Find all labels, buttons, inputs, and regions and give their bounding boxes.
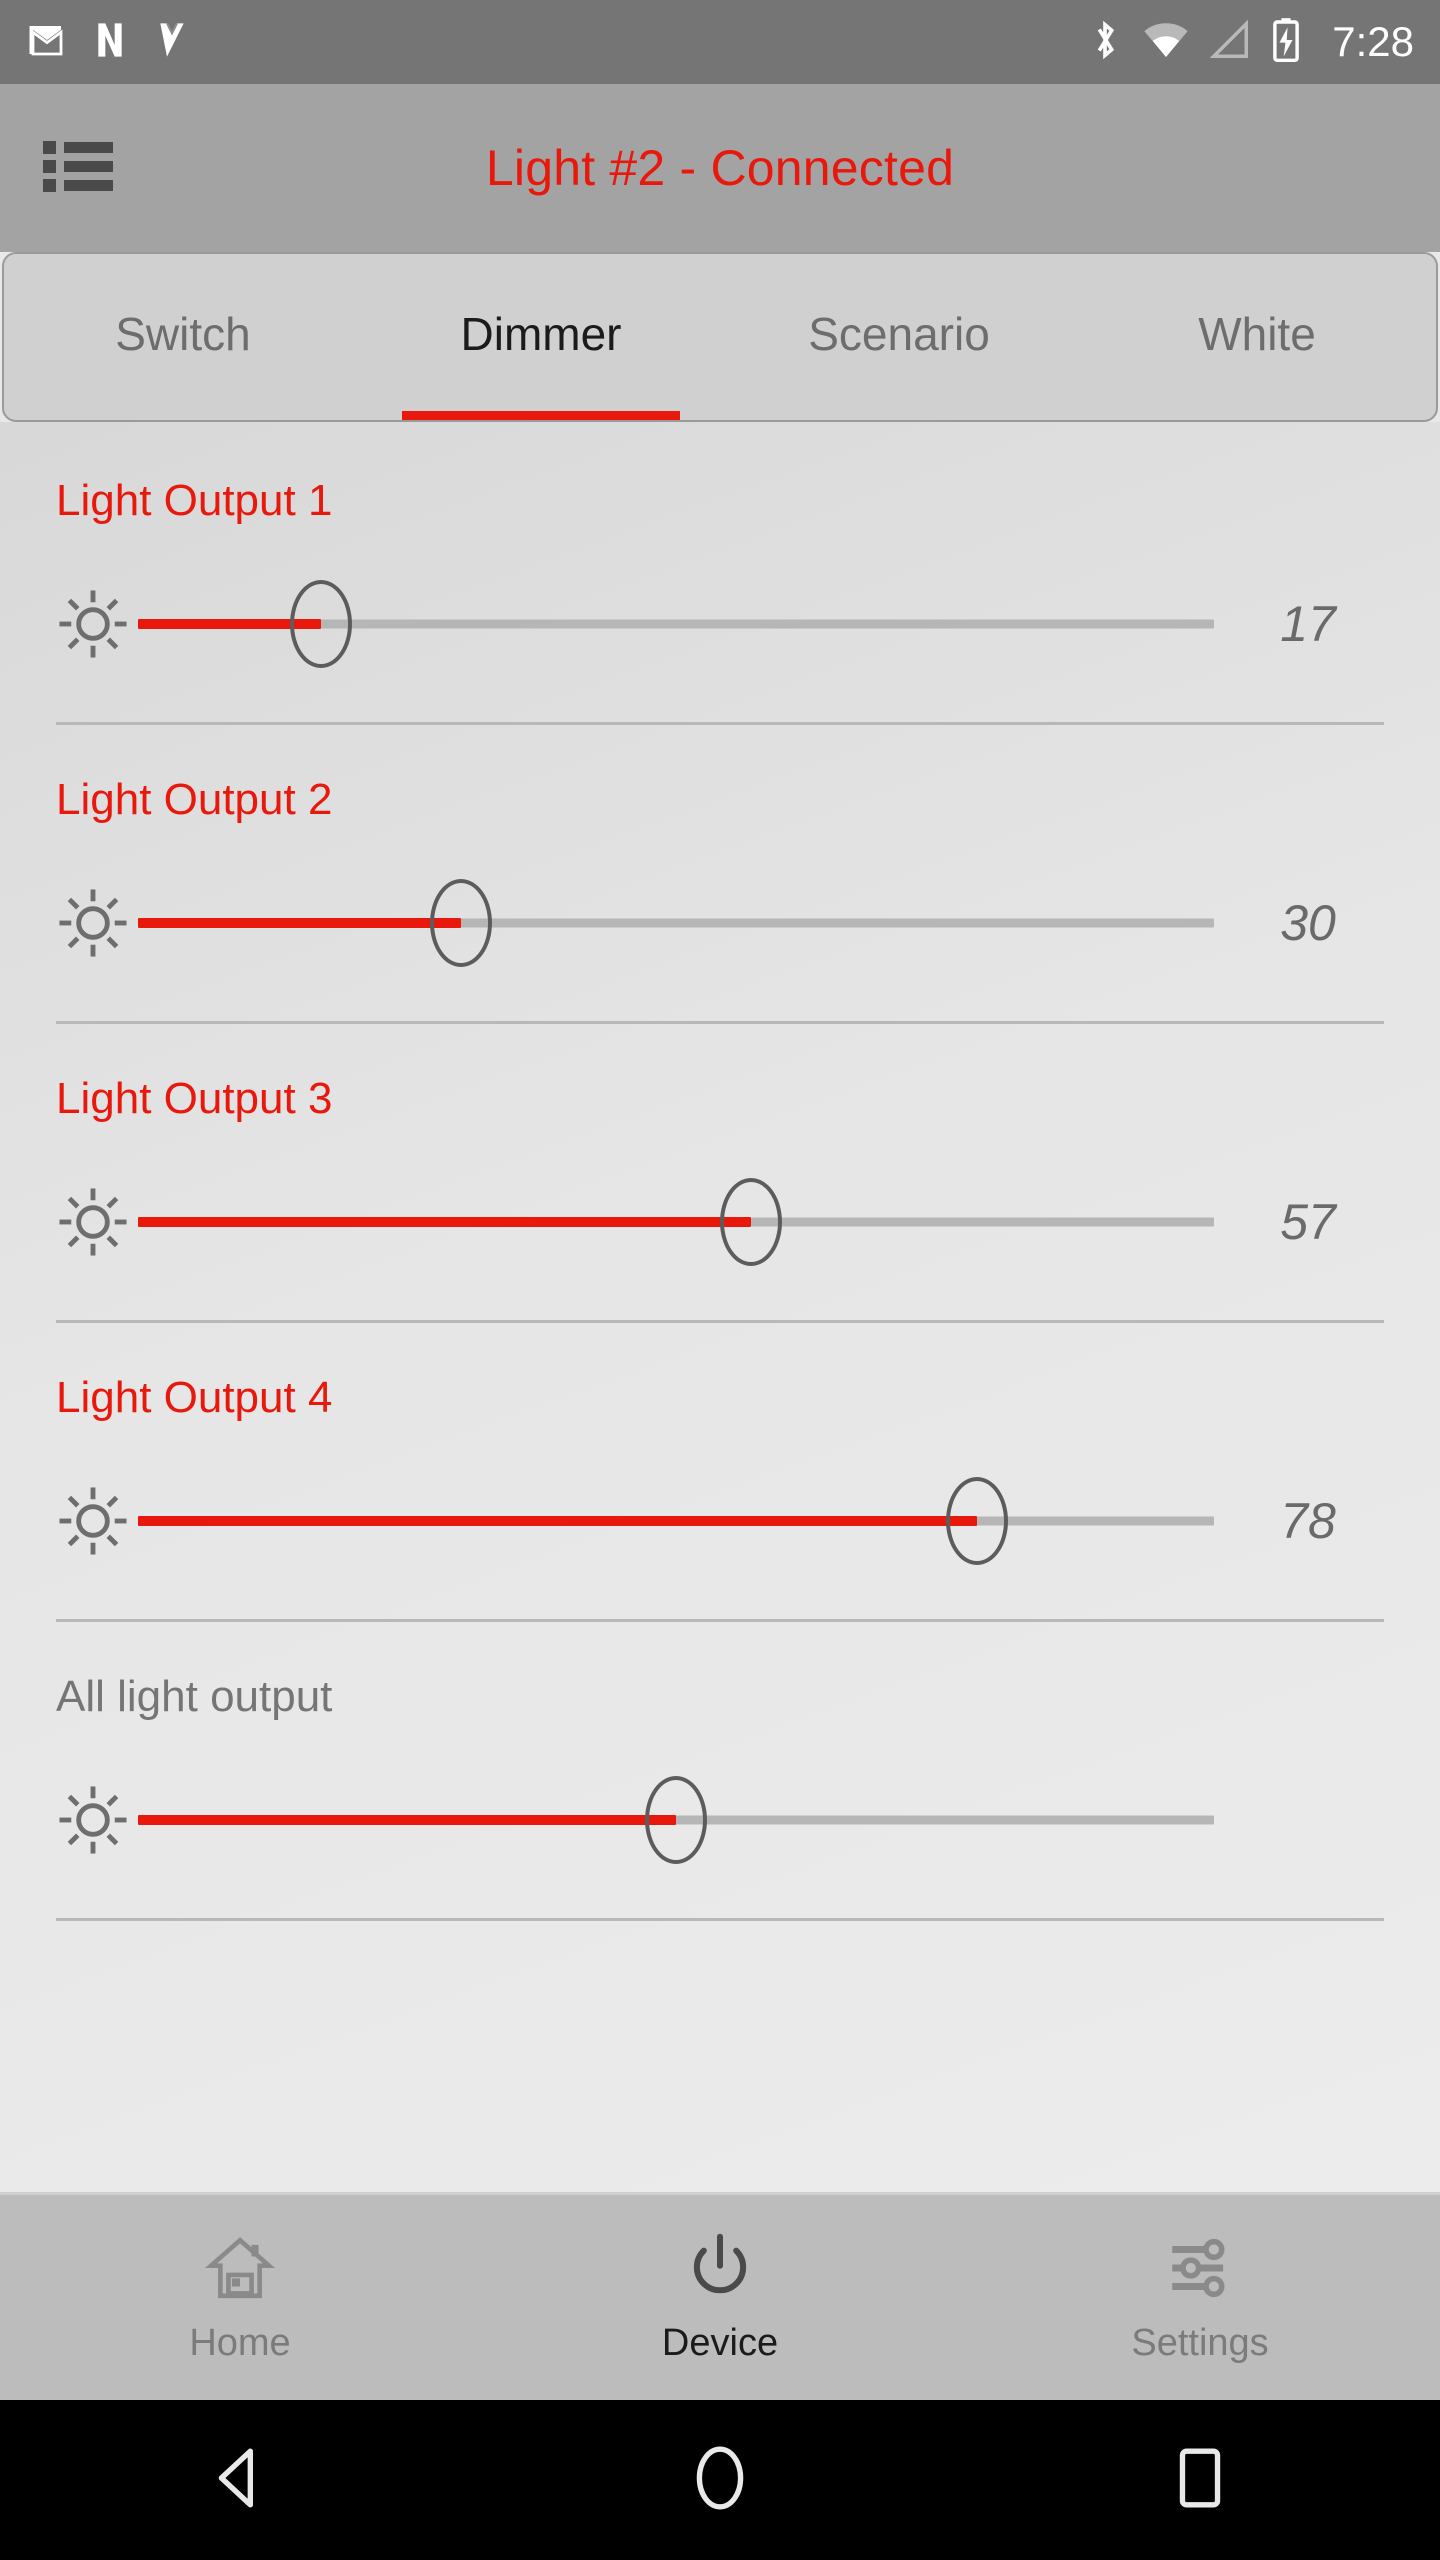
page-title: Light #2 - Connected <box>485 140 955 196</box>
bluetooth-icon <box>1088 17 1122 68</box>
dimmer-row-label: Light Output 4 <box>56 1373 333 1422</box>
dimmer-slider-area: 57 <box>0 1146 1440 1298</box>
dimmer-slider[interactable] <box>138 1174 1214 1270</box>
brightness-sun-icon <box>56 1484 130 1558</box>
dimmer-row-label: All light output <box>56 1672 333 1721</box>
slider-thumb[interactable] <box>720 1178 783 1266</box>
slider-track-fill <box>138 1217 752 1227</box>
dimmer-row-label: Light Output 3 <box>56 1074 333 1123</box>
dimmer-row-label: Light Output 2 <box>56 775 333 824</box>
android-home-button[interactable] <box>480 2443 960 2518</box>
row-divider <box>56 1918 1384 1921</box>
cell-signal-icon <box>1209 19 1252 65</box>
dimmer-row-label: Light Output 1 <box>56 476 333 525</box>
nav-item-device-label: Device <box>661 2321 779 2364</box>
slider-track-fill <box>138 1516 978 1526</box>
dimmer-row: All light output <box>0 1622 1440 1921</box>
back-triangle-icon <box>209 2445 271 2516</box>
app-bar: Light #2 - Connected <box>0 84 1440 252</box>
brightness-sun-icon <box>56 886 130 960</box>
dimmer-slider-area <box>0 1744 1440 1896</box>
slider-track-fill <box>138 1815 676 1825</box>
wifi-icon <box>1142 20 1190 65</box>
status-bar-system-icons: 7:28 <box>1088 17 1414 68</box>
dimmer-row: Light Output 3 57 <box>0 1024 1440 1323</box>
list-menu-icon <box>43 139 113 198</box>
vlc-player-icon <box>152 19 192 66</box>
slider-thumb[interactable] <box>946 1477 1009 1565</box>
power-icon <box>683 2231 757 2310</box>
tab-scenario[interactable]: Scenario <box>720 254 1078 420</box>
slider-value: 30 <box>1280 895 1336 951</box>
home-circle-icon <box>693 2443 747 2518</box>
slider-value: 17 <box>1280 596 1336 652</box>
nav-item-device[interactable]: Device <box>480 2195 960 2400</box>
android-back-button[interactable] <box>0 2445 480 2516</box>
android-navigation-bar <box>0 2400 1440 2560</box>
dimmer-slider[interactable] <box>138 875 1214 971</box>
sliders-icon <box>1163 2231 1237 2310</box>
slider-thumb[interactable] <box>289 580 352 668</box>
slider-thumb[interactable] <box>645 1776 707 1864</box>
tab-dimmer[interactable]: Dimmer <box>362 254 720 420</box>
dimmer-slider[interactable] <box>138 1772 1214 1868</box>
dimmer-slider[interactable] <box>138 1473 1214 1569</box>
slider-value: 78 <box>1280 1493 1336 1549</box>
phone-screen: 7:28 Light #2 - Connected Switch Dimmer … <box>0 0 1440 2560</box>
dimmer-slider[interactable] <box>138 576 1214 672</box>
nav-item-settings[interactable]: Settings <box>960 2195 1440 2400</box>
slider-thumb[interactable] <box>429 879 492 967</box>
dimmer-row: Light Output 2 30 <box>0 725 1440 1024</box>
netflix-icon <box>90 19 130 66</box>
dimmer-slider-area: 30 <box>0 847 1440 999</box>
status-bar-notifications <box>26 19 192 66</box>
android-status-bar: 7:28 <box>0 0 1440 84</box>
gmail-icon <box>26 19 68 66</box>
brightness-sun-icon <box>56 1185 130 1259</box>
dimmer-row: Light Output 1 17 <box>0 422 1440 725</box>
dimmer-slider-area: 78 <box>0 1445 1440 1597</box>
android-recents-button[interactable] <box>960 2445 1440 2516</box>
dimmer-row: Light Output 4 78 <box>0 1323 1440 1622</box>
dimmer-slider-area: 17 <box>0 548 1440 700</box>
home-icon <box>203 2231 277 2310</box>
tab-white[interactable]: White <box>1078 254 1436 420</box>
slider-track-fill <box>138 918 461 928</box>
nav-item-home-label: Home <box>189 2321 291 2364</box>
tab-bar: Switch Dimmer Scenario White <box>2 252 1438 422</box>
nav-item-settings-label: Settings <box>1131 2321 1269 2364</box>
tab-indicator-active <box>402 411 680 420</box>
tab-scenario-label: Scenario <box>808 308 990 360</box>
menu-button[interactable] <box>38 128 118 208</box>
battery-charging-icon <box>1272 17 1300 68</box>
tab-dimmer-label: Dimmer <box>460 308 622 360</box>
tab-switch-label: Switch <box>115 308 251 360</box>
recents-square-icon <box>1177 2445 1223 2516</box>
bottom-navigation: Home Device Settings <box>0 2192 1440 2400</box>
dimmer-panel: Light Output 1 17 Light Output 2 30 Light Ou… <box>0 422 1440 2192</box>
tab-white-label: White <box>1198 308 1316 360</box>
brightness-sun-icon <box>56 587 130 661</box>
nav-item-home[interactable]: Home <box>0 2195 480 2400</box>
status-bar-clock: 7:28 <box>1332 18 1414 65</box>
slider-value: 57 <box>1280 1194 1336 1250</box>
brightness-sun-icon <box>56 1783 130 1857</box>
tab-switch[interactable]: Switch <box>4 254 362 420</box>
